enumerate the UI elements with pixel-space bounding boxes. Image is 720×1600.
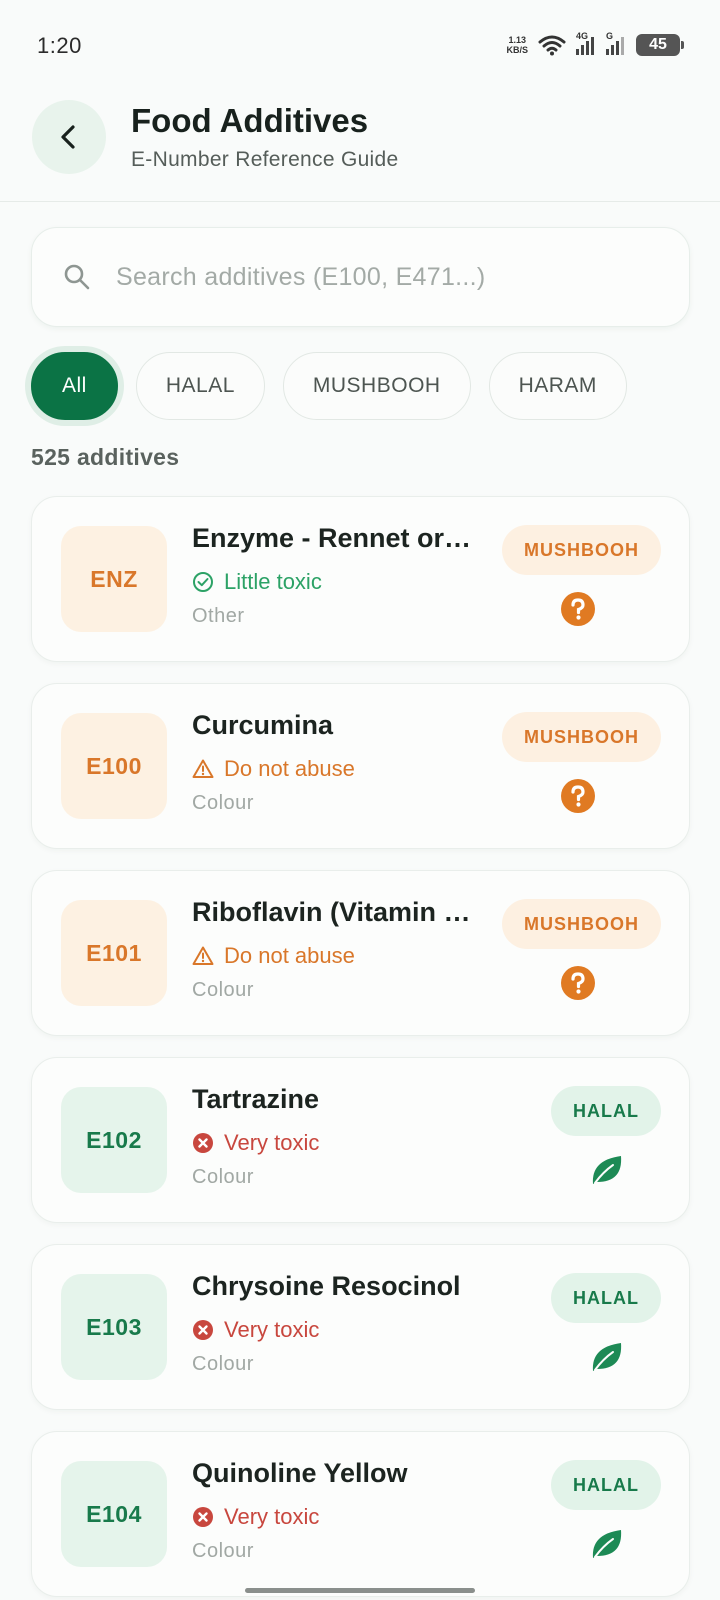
toxicity-label: Do not abuse <box>224 756 355 781</box>
signal-g-icon: G <box>606 31 626 55</box>
signal-4g-label: 4G <box>576 31 589 41</box>
toxicity-label: Do not abuse <box>224 943 355 968</box>
additive-code: ENZ <box>61 526 167 632</box>
additive-card[interactable]: E100 Curcumina Do not abuse Colour MUSHB… <box>31 683 690 849</box>
check-circle-icon <box>193 572 213 592</box>
additive-name: Quinoline Yellow <box>192 1458 408 1488</box>
toxicity-level: Very toxic <box>192 1317 319 1343</box>
leaf-icon <box>592 1530 622 1558</box>
wifi-icon <box>538 35 566 56</box>
toxicity-level: Very toxic <box>192 1130 319 1156</box>
x-circle-icon <box>193 1320 213 1340</box>
additive-code: E101 <box>61 900 167 1006</box>
status-badge: HALAL <box>551 1273 661 1323</box>
additive-card[interactable]: E101 Riboflavin (Vitamin … Do not abuse … <box>31 870 690 1036</box>
back-button[interactable] <box>32 100 106 174</box>
toxicity-label: Very toxic <box>224 1317 320 1342</box>
page-subtitle: E-Number Reference Guide <box>131 148 399 171</box>
additive-category: Colour <box>192 1166 254 1188</box>
warning-icon <box>192 759 214 778</box>
additive-code: E104 <box>61 1461 167 1567</box>
additive-name: Tartrazine <box>192 1084 320 1114</box>
chevron-left-icon <box>61 125 75 149</box>
additive-card[interactable]: E104 Quinoline Yellow Very toxic Colour … <box>31 1431 690 1597</box>
status-bar: 1:20 1.13 KB/S 4G G 45 <box>0 0 720 90</box>
additive-category: Colour <box>192 1540 254 1562</box>
additive-code: E102 <box>61 1087 167 1193</box>
status-badge: MUSHBOOH <box>502 525 661 575</box>
additive-code: E100 <box>61 713 167 819</box>
additive-category: Colour <box>192 979 254 1001</box>
home-indicator[interactable] <box>245 1588 475 1593</box>
signal-4g-icon: 4G <box>576 31 596 55</box>
toxicity-label: Very toxic <box>224 1504 320 1529</box>
app-header: Food Additives E-Number Reference Guide <box>0 90 720 202</box>
status-time: 1:20 <box>37 33 82 58</box>
filter-chip-halal[interactable]: HALAL <box>135 352 265 420</box>
question-icon <box>561 592 595 626</box>
network-speed-unit: KB/S <box>506 45 528 55</box>
additive-category: Other <box>192 605 245 627</box>
additive-card[interactable]: E102 Tartrazine Very toxic Colour HALAL <box>31 1057 690 1223</box>
page-title: Food Additives <box>131 102 369 139</box>
battery-icon: 45 <box>636 34 684 56</box>
question-icon <box>561 779 595 813</box>
additive-name: Curcumina <box>192 710 334 740</box>
x-circle-icon <box>193 1507 213 1527</box>
status-icons: 1.13 KB/S 4G G 45 <box>506 31 684 56</box>
filter-chip-mushbooh[interactable]: MUSHBOOH <box>282 352 471 420</box>
network-speed-value: 1.13 <box>508 35 526 45</box>
toxicity-level: Very toxic <box>192 1504 319 1530</box>
additive-name: Riboflavin (Vitamin … <box>192 897 471 927</box>
status-badge: MUSHBOOH <box>502 712 661 762</box>
question-icon <box>561 966 595 1000</box>
additive-card[interactable]: E103 Chrysoine Resocinol Very toxic Colo… <box>31 1244 690 1410</box>
additives-count: 525 additives <box>31 444 180 470</box>
additive-card[interactable]: ENZ Enzyme - Rennet or… Little toxic Oth… <box>31 496 690 662</box>
signal-g-label: G <box>606 31 614 41</box>
search-icon <box>64 264 90 290</box>
additives-list: ENZ Enzyme - Rennet or… Little toxic Oth… <box>31 496 690 1600</box>
toxicity-level: Do not abuse <box>192 756 355 782</box>
search-bar <box>31 227 690 327</box>
status-badge: HALAL <box>551 1086 661 1136</box>
warning-icon <box>192 946 214 965</box>
additive-name: Chrysoine Resocinol <box>192 1271 461 1301</box>
leaf-icon <box>592 1343 622 1371</box>
filter-chip-haram[interactable]: HARAM <box>488 352 627 420</box>
additive-name: Enzyme - Rennet or… <box>192 523 472 553</box>
toxicity-level: Little toxic <box>192 569 322 595</box>
filter-chip-all[interactable]: All <box>31 352 118 420</box>
search-input[interactable] <box>116 262 676 292</box>
x-circle-icon <box>193 1133 213 1153</box>
additive-category: Colour <box>192 792 254 814</box>
network-speed: 1.13 KB/S <box>506 35 528 55</box>
leaf-icon <box>592 1156 622 1184</box>
status-badge: MUSHBOOH <box>502 899 661 949</box>
toxicity-label: Very toxic <box>224 1130 320 1155</box>
toxicity-label: Little toxic <box>224 569 322 594</box>
additive-category: Colour <box>192 1353 254 1375</box>
additive-code: E103 <box>61 1274 167 1380</box>
toxicity-level: Do not abuse <box>192 943 355 969</box>
filter-chips: All HALAL MUSHBOOH HARAM <box>31 352 627 420</box>
status-badge: HALAL <box>551 1460 661 1510</box>
